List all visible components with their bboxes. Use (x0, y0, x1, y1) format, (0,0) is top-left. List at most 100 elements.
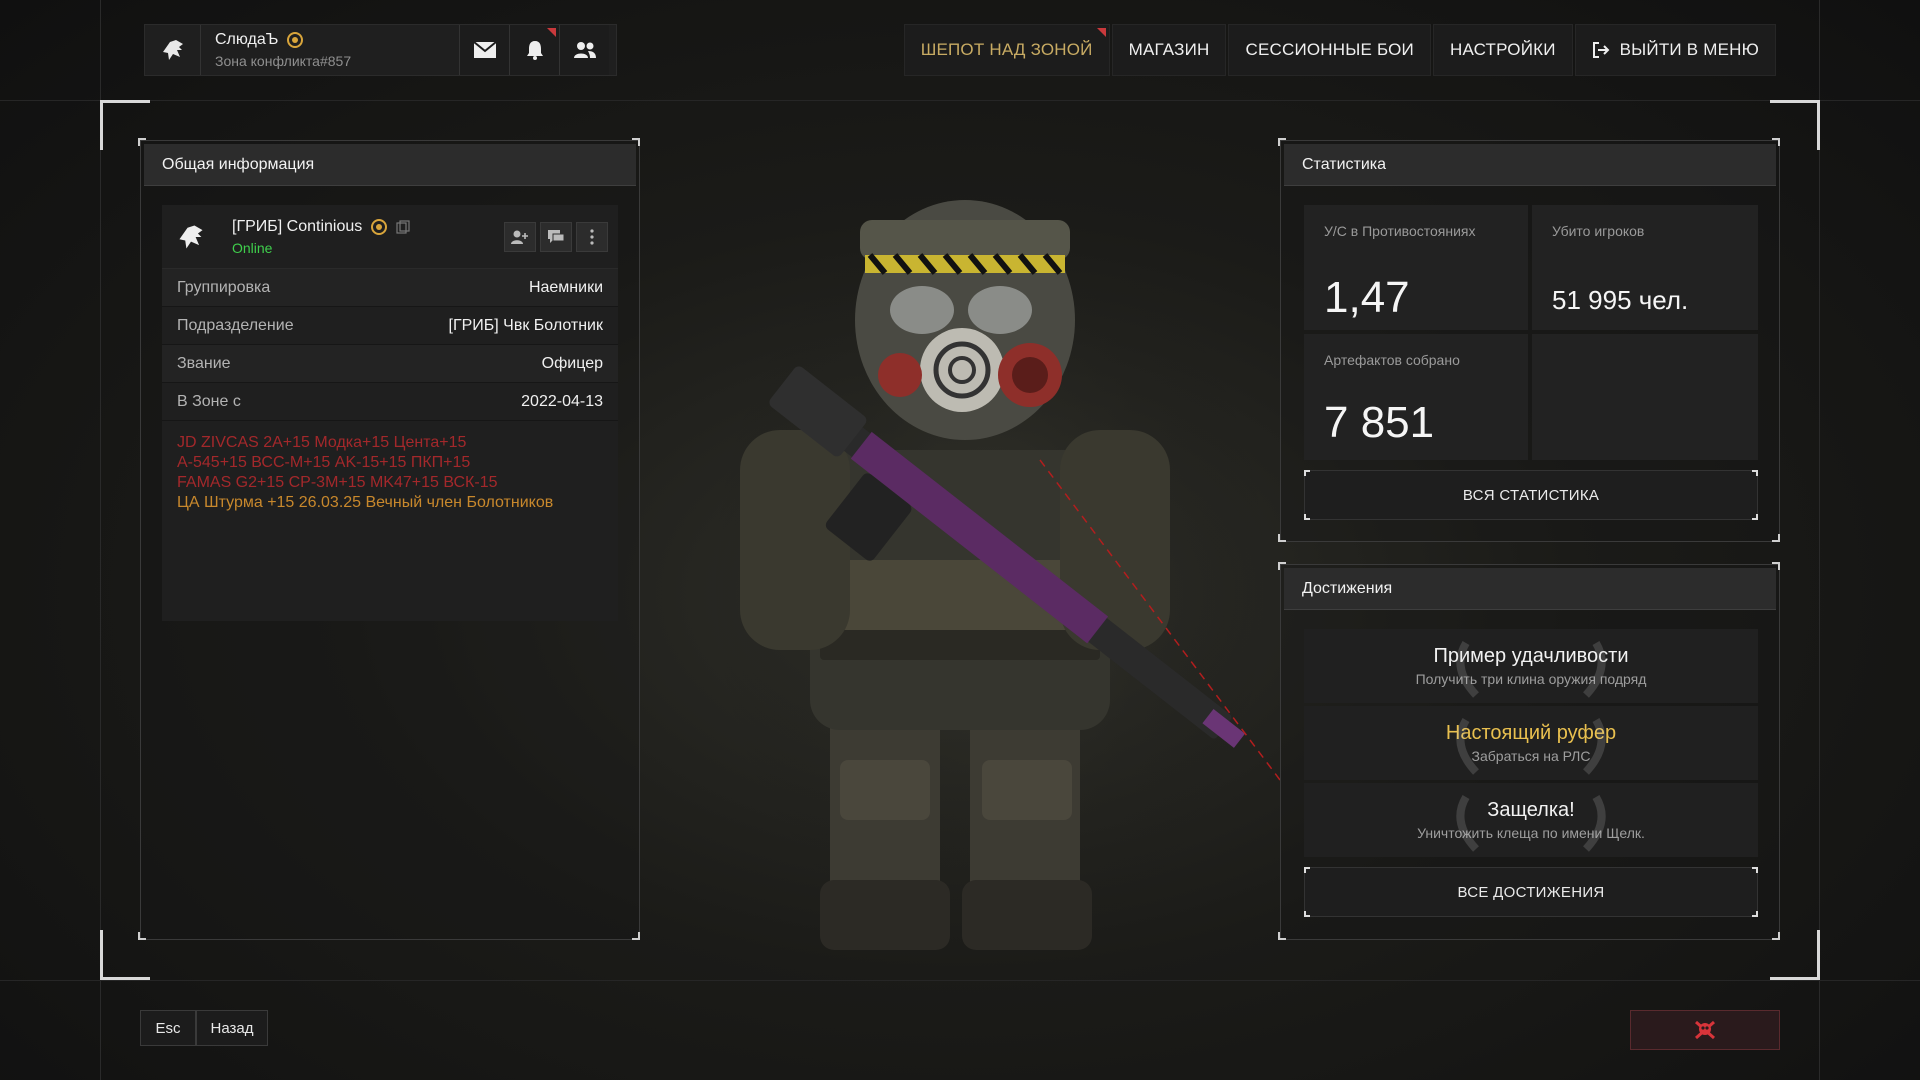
rank-badge-icon (287, 32, 304, 48)
mail-button[interactable] (459, 25, 509, 75)
frame-line-right (1819, 0, 1820, 1080)
user-name: СлюдаЪ (215, 31, 279, 48)
report-button[interactable] (1630, 1010, 1780, 1050)
all-statistics-button[interactable]: ВСЯ СТАТИСТИКА (1304, 470, 1758, 520)
panel-corner (632, 932, 640, 940)
info-value: Наемники (528, 278, 603, 296)
frame-line-bottom (0, 980, 1920, 981)
add-user-icon (511, 230, 528, 244)
user-subtitle: Зона конфликта#857 (215, 53, 352, 69)
chat-icon (548, 229, 565, 243)
menu-item-label: СЕССИОННЫЕ БОИ (1245, 40, 1414, 59)
panel-corner (1772, 562, 1780, 570)
stat-label: У/С в Противостояниях (1324, 223, 1476, 239)
online-status: Online (232, 239, 273, 256)
button-corner (1752, 470, 1758, 476)
info-value: Офицер (541, 354, 603, 372)
mail-icon (472, 41, 497, 58)
bio-line: JD ZIVCAS 2A+15 Модка+15 Цента+15 (177, 434, 467, 451)
menu-item-settings[interactable]: НАСТРОЙКИ (1432, 24, 1573, 76)
achievements-header: Достижения (1284, 568, 1776, 610)
menu-item-shop[interactable]: МАГАЗИН (1111, 24, 1227, 76)
profile-card: [ГРИБ] Continious Online Группировка Нае… (162, 205, 618, 621)
info-row-faction: Группировка Наемники (162, 269, 618, 307)
back-label: Назад (210, 1019, 254, 1037)
notifications-button[interactable] (509, 25, 559, 75)
message-button[interactable] (540, 221, 572, 252)
notification-indicator (547, 28, 556, 37)
menu-item-whisper[interactable]: ШЕПОТ НАД ЗОНОЙ (903, 24, 1110, 76)
panel-corner (1772, 932, 1780, 940)
button-corner (1304, 470, 1310, 476)
stat-kd: У/С в Противостояниях 1,47 (1304, 205, 1528, 330)
stat-artifacts: Артефактов собрано 7 851 (1304, 334, 1528, 460)
stat-kills: Убито игроков 51 995 чел. (1532, 205, 1758, 330)
panel-corner (1278, 562, 1286, 570)
menu-item-label: ВЫЙТИ В МЕНЮ (1619, 40, 1759, 59)
character-model (710, 200, 1281, 960)
panel-corner (138, 138, 146, 146)
panel-corner (632, 138, 640, 146)
info-label: Группировка (177, 278, 271, 296)
menu-item-label: МАГАЗИН (1128, 40, 1210, 59)
panel-corner (138, 932, 146, 940)
info-label: В Зоне с (177, 392, 241, 410)
menu-notification-indicator (1096, 28, 1106, 37)
general-info-header: Общая информация (144, 144, 636, 186)
achievement-item[interactable]: Защелка! Уничтожить клеща по имени Щелк. (1304, 783, 1758, 857)
add-friend-button[interactable] (504, 221, 536, 252)
panel-corner (1772, 534, 1780, 542)
user-block: СлюдаЪ Зона конфликта#857 (144, 24, 617, 76)
friends-button[interactable] (559, 25, 609, 75)
info-value: [ГРИБ] Чвк Болотник (448, 316, 604, 334)
panel-corner (1278, 534, 1286, 542)
exit-icon (1592, 42, 1610, 58)
copy-icon[interactable] (396, 219, 410, 234)
menu-item-exit[interactable]: ВЫЙТИ В МЕНЮ (1574, 24, 1776, 76)
panel-corner (1278, 932, 1286, 940)
button-label: ВСЕ ДОСТИЖЕНИЯ (1457, 883, 1605, 901)
player-name: [ГРИБ] Continious (232, 217, 363, 235)
stat-label: Убито игроков (1552, 223, 1645, 239)
player-emblem-icon (176, 222, 206, 252)
laurel-icon (1456, 794, 1606, 852)
stat-value: 1,47 (1324, 273, 1410, 322)
button-corner (1752, 514, 1758, 520)
button-corner (1304, 911, 1310, 917)
info-label: Подразделение (177, 316, 294, 334)
more-options-button[interactable] (576, 221, 608, 252)
laurel-icon (1456, 717, 1606, 775)
info-rows: Группировка Наемники Подразделение [ГРИБ… (162, 269, 618, 421)
button-label: ВСЯ СТАТИСТИКА (1462, 486, 1600, 504)
key-label: Esc (155, 1019, 181, 1037)
menu-item-label: НАСТРОЙКИ (1449, 40, 1556, 59)
player-bio: JD ZIVCAS 2A+15 Модка+15 Цента+15 A-545+… (162, 421, 618, 525)
achievement-item[interactable]: Пример удачливости Получить три клина ор… (1304, 629, 1758, 703)
laurel-icon (1456, 640, 1606, 698)
friends-icon (573, 42, 596, 58)
all-achievements-button[interactable]: ВСЕ ДОСТИЖЕНИЯ (1304, 867, 1758, 917)
bell-icon (526, 41, 543, 60)
bio-line: FAMAS G2+15 СР-3М+15 MK47+15 ВСК-15 (177, 474, 498, 491)
info-label: Звание (177, 354, 231, 372)
button-corner (1304, 514, 1310, 520)
back-button[interactable]: Назад (196, 1010, 268, 1046)
info-value: 2022-04-13 (521, 392, 603, 410)
achievement-item[interactable]: Настоящий руфер Забраться на РЛС (1304, 706, 1758, 780)
kebab-menu-icon (590, 228, 594, 245)
skull-icon (1695, 1020, 1715, 1040)
panel-corner (1278, 138, 1286, 146)
menu-item-session-battles[interactable]: СЕССИОННЫЕ БОИ (1228, 24, 1431, 76)
menu-item-label: ШЕПОТ НАД ЗОНОЙ (920, 40, 1093, 59)
stat-value: 51 995 чел. (1552, 285, 1689, 315)
frame-line-left (100, 0, 101, 1080)
info-row-rank: Звание Офицер (162, 345, 618, 383)
esc-key-button[interactable]: Esc (140, 1010, 196, 1046)
statistics-header: Статистика (1284, 144, 1776, 186)
stat-label: Артефактов собрано (1324, 352, 1460, 368)
stat-empty (1532, 334, 1758, 460)
button-corner (1304, 867, 1310, 873)
rank-badge-icon (371, 218, 388, 235)
button-corner (1752, 867, 1758, 873)
bio-line: A-545+15 ВСС-М+15 AK-15+15 ПКП+15 (177, 454, 471, 471)
